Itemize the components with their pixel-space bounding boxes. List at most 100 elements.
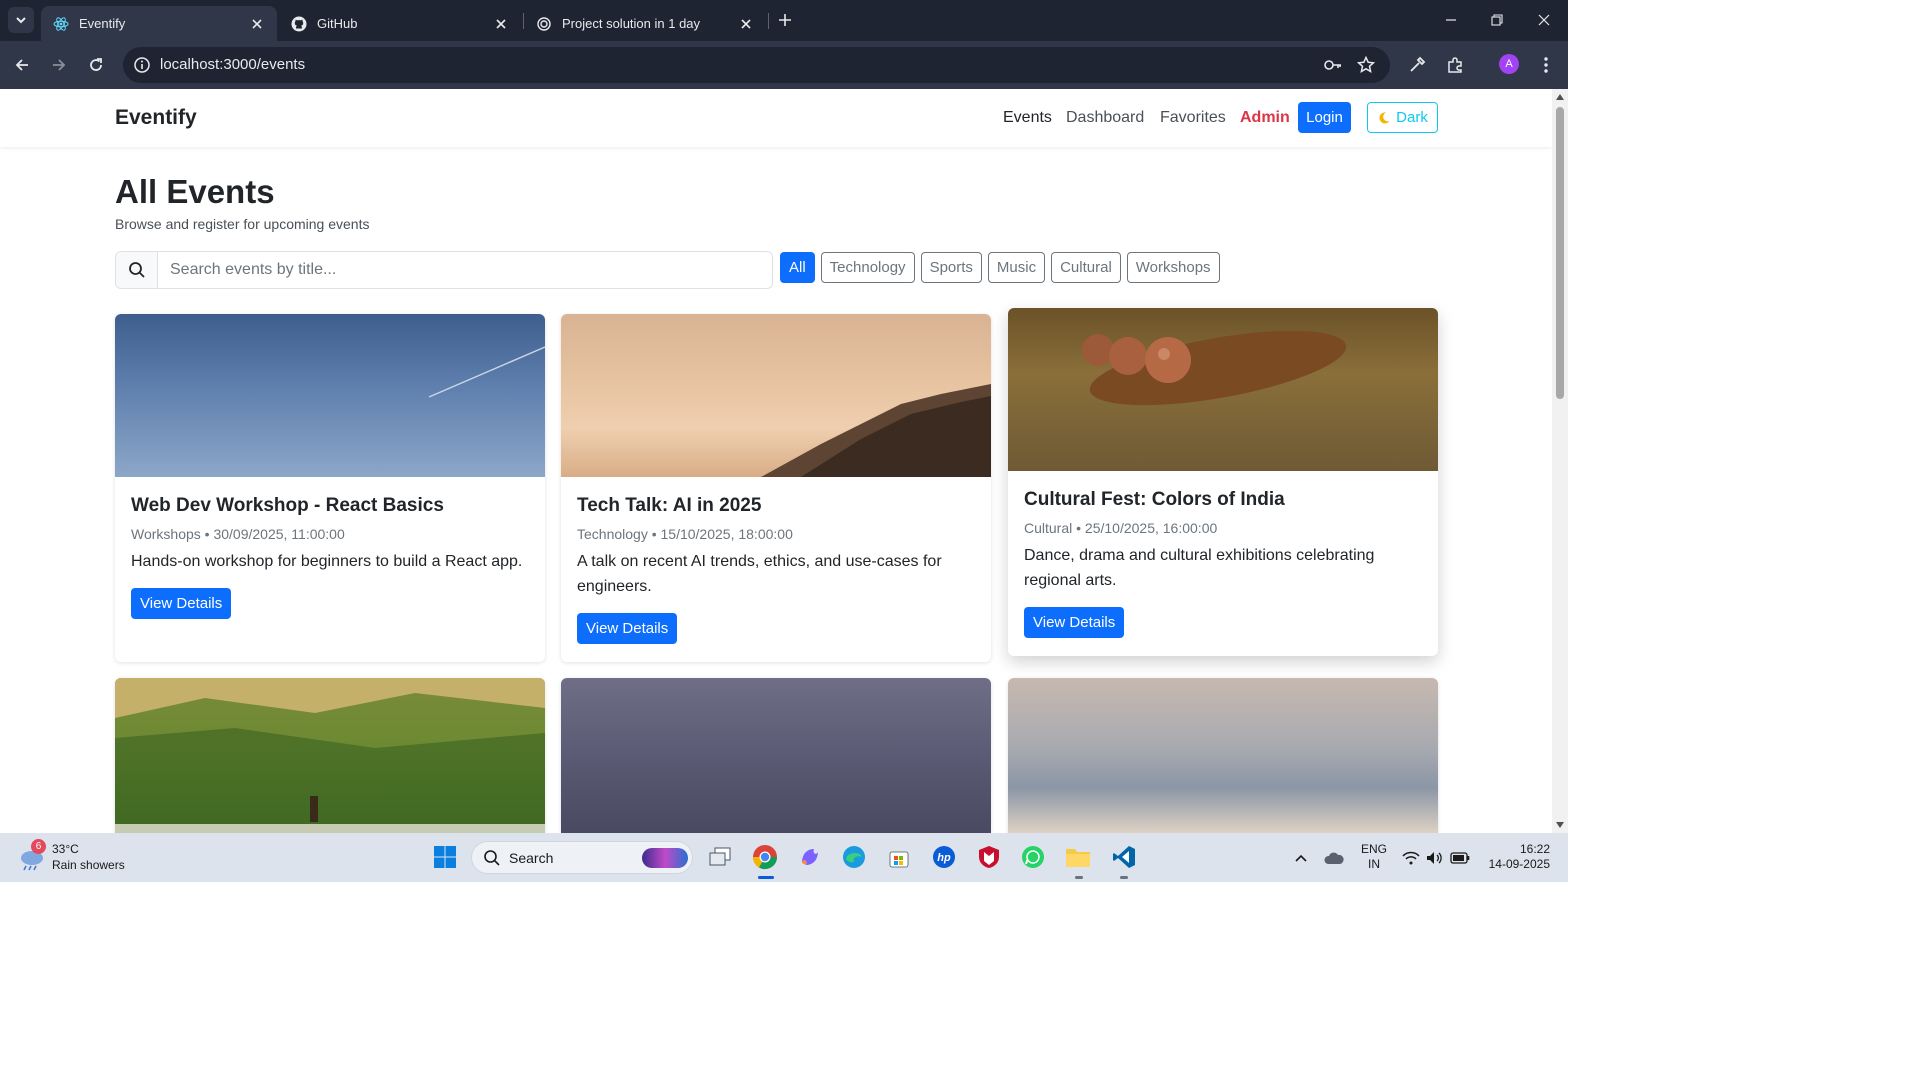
- close-icon[interactable]: [493, 16, 509, 32]
- copilot-icon[interactable]: [796, 843, 824, 871]
- url-text[interactable]: localhost:3000/events: [160, 56, 305, 73]
- windows-taskbar: 6 33°C Rain showers Search hp ENG IN 16:…: [0, 833, 1568, 882]
- close-icon[interactable]: [249, 16, 265, 32]
- event-card: [561, 678, 991, 833]
- event-image: [115, 678, 545, 833]
- search-highlight-icon: [642, 848, 688, 868]
- event-image: [561, 314, 991, 477]
- nav-link-admin[interactable]: Admin: [1240, 109, 1290, 127]
- chrome-active-indicator: [758, 876, 774, 879]
- close-window-button[interactable]: [1532, 8, 1556, 32]
- chevron-down-icon: [16, 17, 26, 24]
- edge-icon[interactable]: [840, 843, 868, 871]
- event-card: [1008, 678, 1438, 833]
- weather-alert-badge: 6: [31, 839, 46, 854]
- region-code: IN: [1368, 857, 1380, 871]
- tab-search-button[interactable]: [8, 7, 34, 33]
- minimize-button[interactable]: [1439, 8, 1463, 32]
- page-subtitle: Browse and register for upcoming events: [115, 216, 370, 232]
- new-tab-button[interactable]: [774, 9, 796, 31]
- language-indicator[interactable]: ENG IN: [1361, 842, 1387, 872]
- browser-toolbar: localhost:3000/events A: [0, 41, 1568, 89]
- scrollbar-thumb[interactable]: [1556, 107, 1564, 399]
- dark-mode-toggle[interactable]: Dark: [1367, 102, 1438, 133]
- key-icon[interactable]: [1323, 55, 1343, 75]
- filter-technology[interactable]: Technology: [820, 252, 915, 283]
- language-code: ENG: [1361, 842, 1388, 856]
- volume-icon[interactable]: [1425, 849, 1445, 867]
- filter-cultural[interactable]: Cultural: [1051, 252, 1121, 283]
- event-card: Cultural Fest: Colors of India Cultural …: [1008, 308, 1438, 656]
- event-meta: Cultural • 25/10/2025, 16:00:00: [1024, 520, 1218, 536]
- filter-sports[interactable]: Sports: [920, 252, 982, 283]
- moon-icon: [1379, 111, 1390, 123]
- battery-icon[interactable]: [1450, 849, 1470, 867]
- tab-title: GitHub: [317, 16, 358, 31]
- github-icon: [291, 16, 307, 32]
- filter-workshops[interactable]: Workshops: [1126, 252, 1220, 283]
- tab-title: Project solution in 1 day: [562, 16, 701, 31]
- chrome-icon[interactable]: [751, 843, 779, 871]
- microsoft-store-icon[interactable]: [885, 843, 913, 871]
- nav-link-events[interactable]: Events: [1003, 109, 1052, 127]
- login-button[interactable]: Login: [1298, 102, 1351, 133]
- nav-link-favorites[interactable]: Favorites: [1160, 109, 1226, 127]
- svg-text:hp: hp: [937, 852, 951, 864]
- windows-start-icon[interactable]: [431, 843, 459, 871]
- file-explorer-icon[interactable]: [1064, 843, 1092, 871]
- task-view-icon[interactable]: [706, 843, 734, 871]
- tab-github[interactable]: GitHub: [279, 6, 521, 41]
- nav-link-dashboard[interactable]: Dashboard: [1066, 109, 1144, 127]
- extensions-icon[interactable]: [1443, 53, 1467, 77]
- whatsapp-icon[interactable]: [1019, 843, 1047, 871]
- hp-icon[interactable]: hp: [930, 843, 958, 871]
- address-bar[interactable]: localhost:3000/events: [123, 47, 1390, 83]
- search-input[interactable]: [158, 252, 772, 288]
- tab-project-solution[interactable]: Project solution in 1 day: [524, 6, 766, 41]
- close-icon[interactable]: [738, 16, 754, 32]
- filter-all[interactable]: All: [780, 252, 815, 283]
- kebab-menu-icon[interactable]: [1534, 53, 1558, 77]
- arrow-right-icon: [53, 59, 66, 71]
- profile-avatar[interactable]: A: [1499, 54, 1519, 74]
- close-icon: [1538, 14, 1550, 26]
- filter-music[interactable]: Music: [987, 252, 1046, 283]
- star-icon[interactable]: [1356, 55, 1376, 75]
- scroll-down-arrow-icon[interactable]: [1556, 822, 1564, 828]
- page-viewport: Eventify Events Dashboard Favorites Admi…: [0, 89, 1552, 833]
- view-details-button[interactable]: View Details: [577, 613, 678, 644]
- category-filters: All Technology Sports Music Cultural Wor…: [780, 252, 1220, 283]
- page-scrollbar[interactable]: [1552, 89, 1568, 833]
- vscode-icon[interactable]: [1110, 843, 1138, 871]
- event-image: [561, 678, 991, 833]
- view-details-button[interactable]: View Details: [1024, 607, 1125, 638]
- reload-button[interactable]: [84, 53, 108, 77]
- weather-widget[interactable]: 6 33°C Rain showers: [18, 839, 148, 875]
- search-icon: [484, 850, 500, 866]
- event-description: Dance, drama and cultural exhibitions ce…: [1024, 547, 1375, 589]
- wifi-icon[interactable]: [1401, 849, 1421, 867]
- mcafee-icon[interactable]: [975, 843, 1003, 871]
- event-title[interactable]: Cultural Fest: Colors of India: [1024, 489, 1422, 511]
- restore-button[interactable]: [1485, 8, 1509, 32]
- weather-condition: Rain showers: [52, 858, 125, 872]
- clock-time: 16:22: [1519, 842, 1550, 856]
- taskbar-search-label: Search: [509, 850, 554, 866]
- chevron-up-icon[interactable]: [1291, 849, 1311, 867]
- brand-logo[interactable]: Eventify: [115, 106, 197, 130]
- scroll-up-arrow-icon[interactable]: [1556, 94, 1564, 100]
- onedrive-icon[interactable]: [1324, 849, 1344, 867]
- event-title[interactable]: Web Dev Workshop - React Basics: [131, 495, 529, 517]
- taskbar-search[interactable]: Search: [471, 841, 693, 874]
- back-button[interactable]: [10, 53, 34, 77]
- weather-temp: 33°C: [52, 842, 79, 856]
- vscode-running-indicator: [1120, 876, 1128, 879]
- forward-button[interactable]: [47, 53, 71, 77]
- arrow-left-icon: [15, 59, 28, 71]
- event-title[interactable]: Tech Talk: AI in 2025: [577, 495, 975, 517]
- tab-eventify[interactable]: Eventify: [41, 6, 277, 41]
- info-icon[interactable]: [133, 56, 151, 74]
- eyedropper-icon[interactable]: [1405, 53, 1429, 77]
- view-details-button[interactable]: View Details: [131, 588, 232, 619]
- taskbar-clock[interactable]: 16:22 14-09-2025: [1480, 842, 1550, 872]
